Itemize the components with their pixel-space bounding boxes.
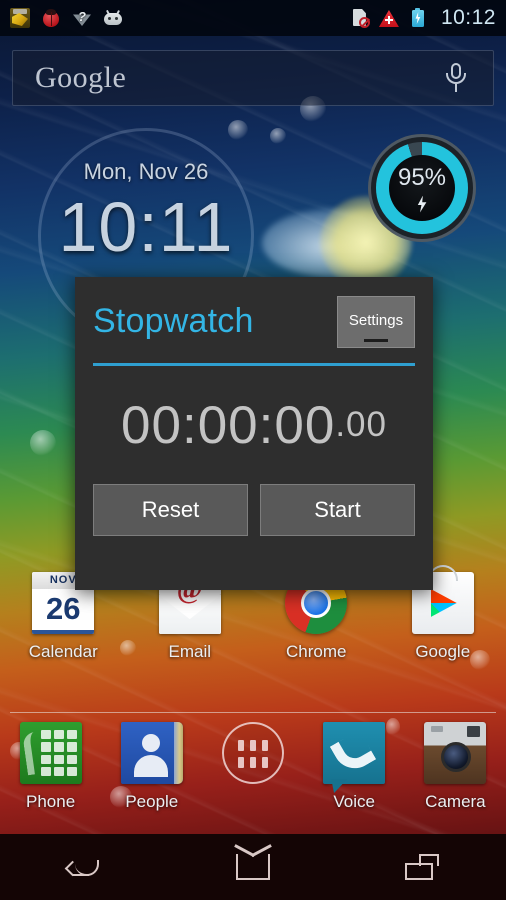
- dock-label-phone: Phone: [26, 792, 76, 811]
- settings-button-label: Settings: [348, 311, 404, 329]
- reset-button-label: Reset: [141, 497, 200, 522]
- wifi-question-icon: ?: [72, 8, 92, 28]
- clock-widget-time: 10:11: [58, 188, 234, 266]
- stopwatch-button-row: Reset Start: [93, 484, 415, 558]
- google-logo: Google: [35, 61, 127, 94]
- honey-jar-icon: [10, 8, 30, 28]
- app-label-email: Email: [168, 642, 211, 661]
- phone-icon: [19, 722, 82, 784]
- stopwatch-time-main: 00:00:00: [121, 395, 336, 455]
- reset-button[interactable]: Reset: [93, 484, 248, 536]
- dock-row: Phone People Voice Camera: [0, 722, 506, 812]
- stopwatch-title: Stopwatch: [93, 301, 254, 340]
- start-button[interactable]: Start: [260, 484, 415, 536]
- sim-missing-icon: [350, 8, 370, 28]
- dock-label-camera: Camera: [425, 792, 486, 811]
- settings-button-indicator: [364, 339, 388, 342]
- back-button[interactable]: [29, 834, 139, 900]
- start-button-label: Start: [314, 497, 361, 522]
- stopwatch-time-fraction: .00: [335, 405, 387, 444]
- status-bar[interactable]: ? 10:12: [0, 0, 506, 36]
- status-bar-clock: 10:12: [440, 6, 496, 29]
- android-head-icon: [103, 8, 123, 28]
- alert-triangle-icon: [378, 8, 399, 28]
- battery-widget-core: 95%: [389, 155, 455, 221]
- recents-button[interactable]: [367, 834, 477, 900]
- people-icon: [120, 722, 183, 784]
- app-label-chrome: Chrome: [286, 642, 347, 661]
- dock-item-voice[interactable]: Voice: [304, 722, 405, 812]
- settings-button[interactable]: Settings: [337, 296, 415, 348]
- app-label-calendar: Calendar: [28, 642, 98, 661]
- android-home-screen: ? 10:12 Google Mon, Nov 26 10:11 95% Sto…: [0, 0, 506, 900]
- stopwatch-header: Stopwatch Settings: [93, 277, 415, 365]
- battery-charging-icon: [408, 8, 428, 28]
- dock-separator: [10, 712, 496, 713]
- status-bar-notifications: ?: [10, 8, 123, 28]
- voice-icon: [323, 722, 386, 784]
- dock-item-app-drawer[interactable]: [202, 722, 303, 812]
- google-search-bar[interactable]: Google: [12, 50, 494, 106]
- wifi-question-glyph: ?: [78, 9, 86, 24]
- battery-widget-percent: 95%: [397, 163, 447, 191]
- camera-icon: [424, 722, 487, 784]
- microphone-icon[interactable]: [445, 62, 467, 94]
- calendar-icon-day: 26: [46, 591, 81, 626]
- battery-widget[interactable]: 95%: [368, 134, 476, 242]
- dock-item-phone[interactable]: Phone: [0, 722, 101, 812]
- ladybug-icon: [41, 8, 61, 28]
- dock-label-voice: Voice: [333, 792, 375, 811]
- app-drawer-icon: [222, 722, 284, 784]
- charging-bolt-icon: [417, 195, 427, 213]
- back-arrow-icon: [65, 854, 101, 880]
- clock-widget-date: Mon, Nov 26: [83, 159, 209, 184]
- stopwatch-time-display: 00:00:00.00: [93, 366, 415, 484]
- stopwatch-dialog: Stopwatch Settings 00:00:00.00 Reset Sta…: [75, 277, 433, 590]
- navigation-bar: [0, 834, 506, 900]
- home-button[interactable]: [198, 834, 308, 900]
- status-bar-system-icons: 10:12: [350, 6, 496, 30]
- dock-item-people[interactable]: People: [101, 722, 202, 812]
- home-icon: [235, 854, 270, 880]
- app-label-google: Google: [415, 642, 471, 661]
- dock-label-people: People: [125, 792, 179, 811]
- recents-icon: [404, 854, 439, 880]
- dock-item-camera[interactable]: Camera: [405, 722, 506, 812]
